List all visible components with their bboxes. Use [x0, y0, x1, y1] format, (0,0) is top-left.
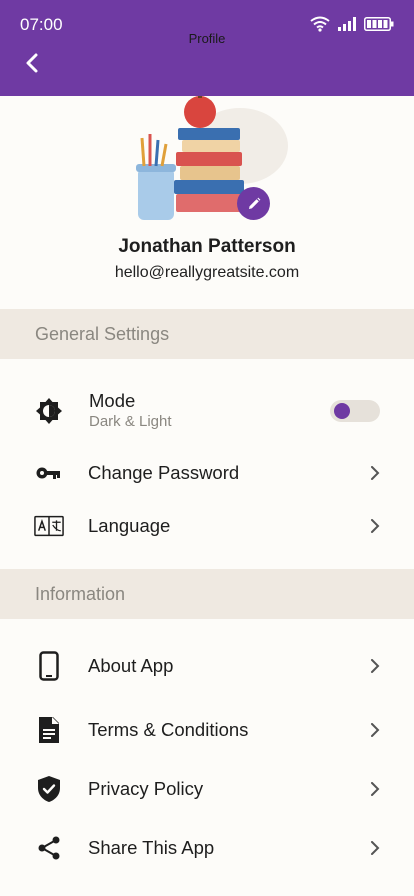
page-title: Profile [188, 31, 226, 46]
profile-card: Jonathan Patterson hello@reallygreatsite… [0, 96, 414, 309]
mode-toggle[interactable] [330, 400, 380, 422]
chevron-right-icon [371, 841, 380, 855]
change-password-label: Change Password [88, 462, 240, 483]
status-icons [310, 16, 394, 32]
share-label: Share This App [88, 837, 215, 858]
pencil-icon [248, 197, 260, 209]
chevron-right-icon [371, 723, 380, 737]
edit-profile-button[interactable] [237, 187, 270, 220]
phone-icon [34, 651, 64, 681]
change-password-row[interactable]: Change Password [0, 447, 414, 499]
about-app-label: About App [88, 655, 174, 676]
privacy-label: Privacy Policy [88, 778, 204, 799]
share-icon [34, 833, 64, 863]
about-app-row[interactable]: About App [0, 640, 414, 692]
section-general-settings: General Settings [0, 309, 414, 359]
terms-row[interactable]: Terms & Conditions [0, 704, 414, 756]
signal-icon [338, 17, 356, 31]
brightness-icon [34, 396, 64, 426]
toggle-knob [334, 403, 350, 419]
app-header: 07:00 Profile [0, 0, 414, 96]
key-icon [34, 458, 64, 488]
profile-email: hello@reallygreatsite.com [114, 264, 300, 281]
document-icon [34, 715, 64, 745]
wifi-icon [310, 16, 330, 32]
share-row[interactable]: Share This App [0, 822, 414, 874]
language-row[interactable]: Language [0, 500, 414, 552]
chevron-right-icon [371, 519, 380, 533]
language-label: Language [88, 515, 171, 536]
chevron-right-icon [371, 659, 380, 673]
privacy-row[interactable]: Privacy Policy [0, 763, 414, 815]
chevron-right-icon [371, 466, 380, 480]
profile-name: Jonathan Patterson [118, 236, 296, 257]
mode-sublabel: Dark & Light [89, 413, 172, 430]
back-icon[interactable] [22, 52, 44, 74]
section-information: Information [0, 569, 414, 619]
battery-icon [364, 17, 394, 31]
translate-icon [34, 511, 64, 541]
chevron-right-icon [371, 782, 380, 796]
terms-label: Terms & Conditions [88, 719, 249, 740]
shield-check-icon [34, 774, 64, 804]
mode-label: Mode [89, 390, 136, 411]
